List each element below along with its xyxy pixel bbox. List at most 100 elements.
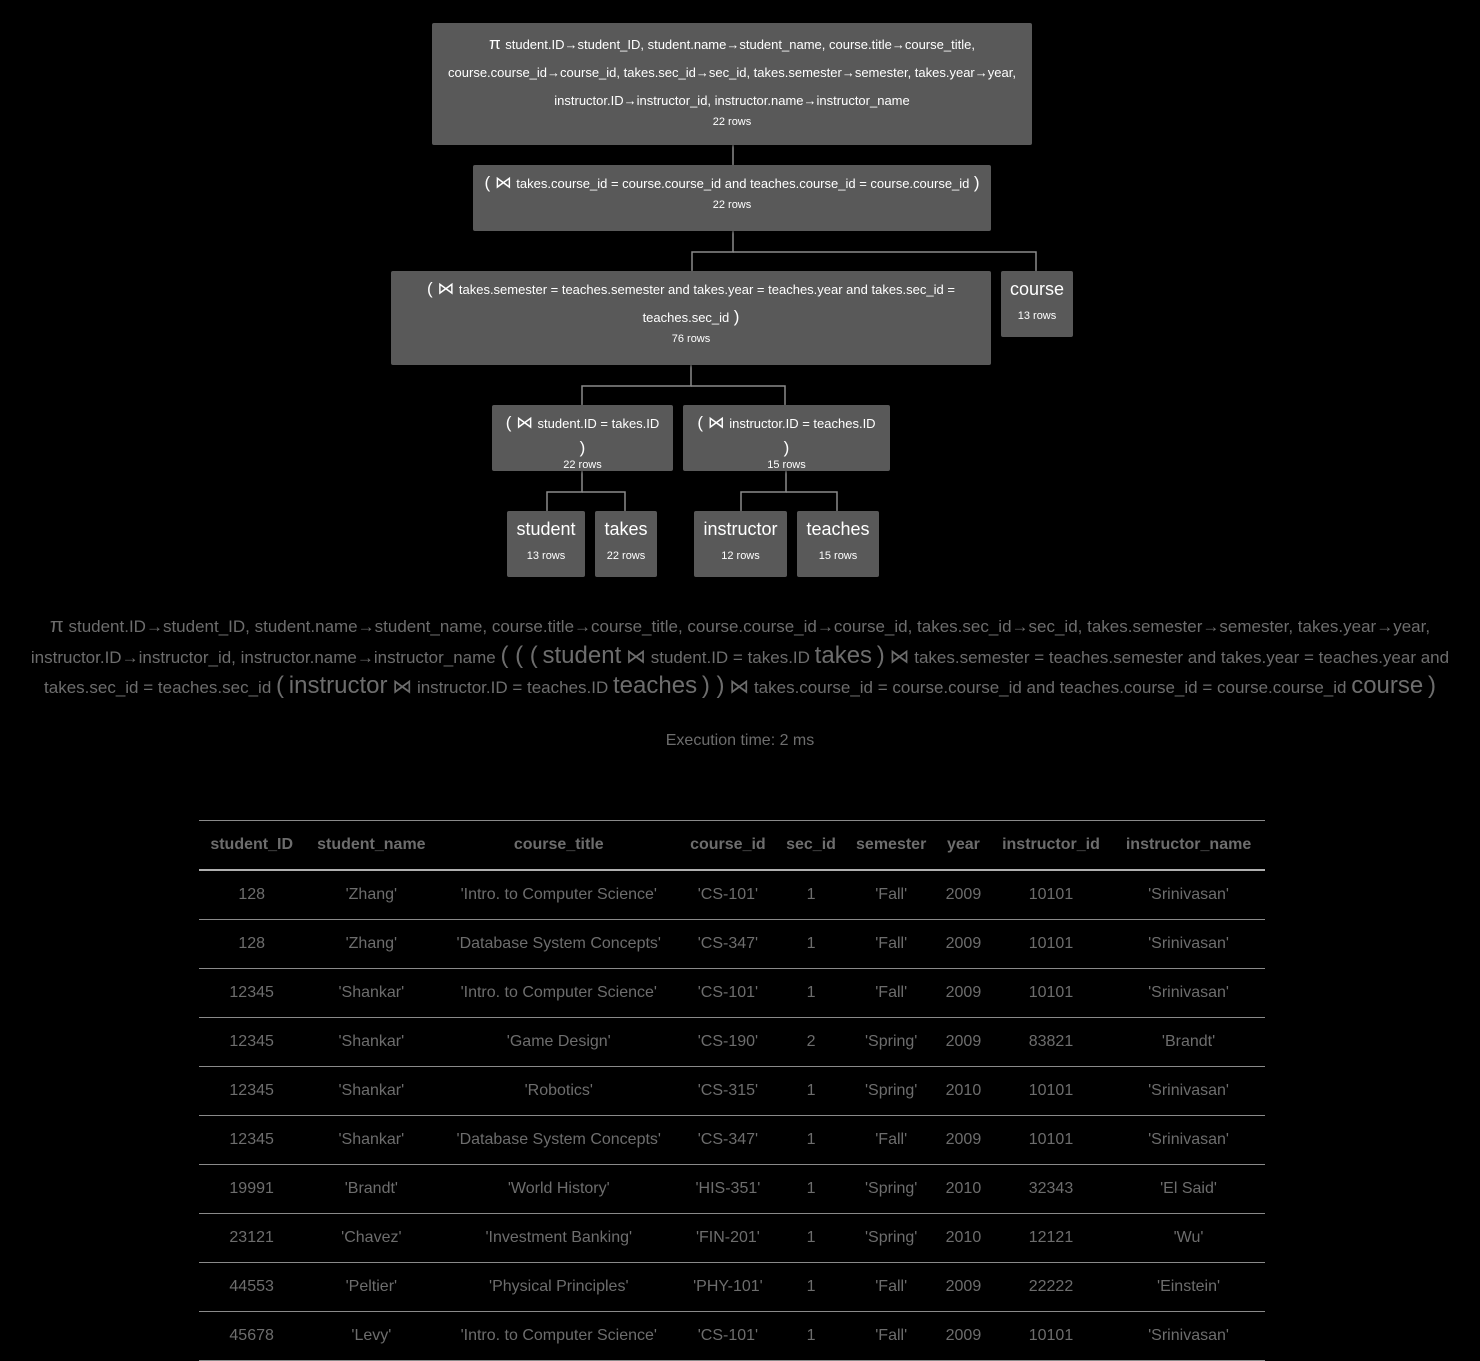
join-close: ) bbox=[733, 307, 740, 326]
row-count: 13 rows bbox=[526, 550, 566, 562]
table-cell-course-title: 'Intro. to Computer Science' bbox=[438, 870, 680, 920]
relation-name: takes bbox=[604, 519, 648, 539]
table-cell-sec-id: 1 bbox=[776, 1115, 846, 1165]
table-cell-semester: 'Spring' bbox=[845, 1164, 937, 1214]
expr-join: ⋈ bbox=[392, 676, 413, 698]
table-cell-course-title: 'Robotics' bbox=[438, 1066, 680, 1116]
row-count: 22 rows bbox=[712, 116, 752, 128]
table-cell-student-ID: 12345 bbox=[199, 968, 305, 1018]
join-course-node[interactable]: ( ⋈ takes.course_id = course.course_id a… bbox=[473, 165, 991, 231]
table-cell-course-title: 'World History' bbox=[438, 1164, 680, 1214]
table-cell-instructor-id: 10101 bbox=[989, 919, 1113, 969]
relation-student[interactable]: student 13 rows bbox=[507, 511, 585, 577]
join-condition-2: teaches.sec_id bbox=[642, 310, 730, 325]
table-cell-course-title: 'Database System Concepts' bbox=[438, 1115, 680, 1165]
table-cell-student-ID: 12345 bbox=[199, 1066, 305, 1116]
relation-course[interactable]: course 13 rows bbox=[1001, 271, 1073, 337]
result-table: student_ID student_name course_title cou… bbox=[199, 820, 1265, 1361]
table-cell-instructor-name: 'Srinivasan' bbox=[1112, 1066, 1265, 1116]
expr-student: student bbox=[542, 641, 622, 669]
table-cell-student-name: 'Shankar' bbox=[304, 1115, 439, 1165]
column-header[interactable]: instructor_name bbox=[1112, 820, 1265, 871]
table-cell-course-title: 'Database System Concepts' bbox=[438, 919, 680, 969]
table-cell-instructor-id: 10101 bbox=[989, 1066, 1113, 1116]
table-cell-student-ID: 44553 bbox=[199, 1262, 305, 1312]
relation-takes[interactable]: takes 22 rows bbox=[595, 511, 657, 577]
column-header[interactable]: course_id bbox=[679, 820, 777, 871]
relation-name: course bbox=[1009, 279, 1065, 299]
table-cell-course-id: 'CS-315' bbox=[679, 1066, 777, 1116]
table-cell-sec-id: 1 bbox=[776, 1213, 846, 1263]
row-count: 22 rows bbox=[606, 550, 646, 562]
table-row: 45678 'Levy' 'Intro. to Computer Science' '… bbox=[199, 1311, 1265, 1361]
relation-instructor[interactable]: instructor 12 rows bbox=[694, 511, 787, 577]
table-cell-instructor-name: 'Brandt' bbox=[1112, 1017, 1265, 1067]
join-condition: takes.course_id = course.course_id and t… bbox=[516, 176, 970, 191]
join-student-node[interactable]: ( ⋈ student.ID = takes.ID ) 22 rows bbox=[492, 405, 673, 471]
table-cell-student-ID: 12345 bbox=[199, 1115, 305, 1165]
table-cell-year: 2009 bbox=[936, 1115, 990, 1165]
table-cell-year: 2010 bbox=[936, 1213, 990, 1263]
edge-join-course-table bbox=[733, 251, 1037, 271]
column-header[interactable]: course_title bbox=[438, 820, 680, 871]
table-cell-semester: 'Fall' bbox=[845, 1115, 937, 1165]
table-cell-year: 2009 bbox=[936, 1311, 990, 1361]
row-count: 76 rows bbox=[671, 333, 711, 345]
table-row: 19991 'Brandt' 'World History' 'HIS-351' 1 'S… bbox=[199, 1164, 1265, 1214]
edge-join-course bbox=[691, 231, 734, 271]
table-cell-student-ID: 128 bbox=[199, 870, 305, 920]
column-header[interactable]: instructor_id bbox=[989, 820, 1113, 871]
join-condition-1: takes.semester = teaches.semester and ta… bbox=[458, 282, 955, 297]
table-row: 12345 'Shankar' 'Game Design' 'CS-190' 2 'Spr… bbox=[199, 1017, 1265, 1067]
join-close: ) bbox=[783, 438, 790, 457]
edge-takes bbox=[582, 491, 626, 511]
table-cell-sec-id: 1 bbox=[776, 919, 846, 969]
table-cell-course-id: 'CS-101' bbox=[679, 1311, 777, 1361]
column-header[interactable]: sec_id bbox=[776, 820, 846, 871]
row-count: 15 rows bbox=[767, 459, 806, 471]
projection-node[interactable]: π student.ID→student_ID, student.name→st… bbox=[432, 23, 1032, 145]
column-header[interactable]: student_name bbox=[304, 820, 439, 871]
expr-join: ⋈ bbox=[625, 645, 646, 668]
row-count: 12 rows bbox=[721, 550, 760, 562]
expr-takes: takes bbox=[814, 641, 873, 669]
table-cell-instructor-id: 12121 bbox=[989, 1213, 1113, 1263]
table-cell-student-name: 'Shankar' bbox=[304, 968, 439, 1018]
expr-cond-student: student.ID = takes.ID bbox=[650, 647, 810, 667]
join-semester-node[interactable]: ( ⋈ takes.semester = teaches.semester an… bbox=[391, 271, 991, 365]
table-cell-year: 2009 bbox=[936, 1017, 990, 1067]
table-cell-instructor-id: 10101 bbox=[989, 870, 1113, 920]
table-cell-student-name: 'Zhang' bbox=[304, 870, 439, 920]
table-cell-course-id: 'CS-101' bbox=[679, 870, 777, 920]
table-cell-instructor-name: 'Einstein' bbox=[1112, 1262, 1265, 1312]
table-cell-sec-id: 1 bbox=[776, 1066, 846, 1116]
column-header[interactable]: year bbox=[936, 820, 990, 871]
table-row: 44553 'Peltier' 'Physical Principles' 'PHY-… bbox=[199, 1262, 1265, 1312]
join-open: ( ⋈ bbox=[697, 413, 725, 432]
table-cell-year: 2009 bbox=[936, 870, 990, 920]
join-close: ) bbox=[973, 173, 980, 192]
join-open: ( ⋈ bbox=[505, 413, 534, 432]
relation-name: instructor bbox=[703, 519, 778, 539]
table-cell-instructor-name: 'Srinivasan' bbox=[1112, 1311, 1265, 1361]
table-cell-course-title: 'Intro. to Computer Science' bbox=[438, 968, 680, 1018]
join-instructor-node[interactable]: ( ⋈ instructor.ID = teaches.ID ) 15 rows bbox=[683, 405, 890, 471]
projection-line-3: instructor.ID→instructor_id, instructor.… bbox=[554, 93, 910, 108]
table-cell-instructor-name: 'Wu' bbox=[1112, 1213, 1265, 1263]
table-cell-instructor-id: 83821 bbox=[989, 1017, 1113, 1067]
table-cell-year: 2010 bbox=[936, 1164, 990, 1214]
table-cell-instructor-id: 10101 bbox=[989, 1311, 1113, 1361]
table-cell-course-title: 'Game Design' bbox=[438, 1017, 680, 1067]
query-plan-tree: π student.ID→student_ID, student.name→st… bbox=[0, 0, 1480, 600]
row-count: 22 rows bbox=[563, 459, 602, 471]
expr-join: ⋈ bbox=[729, 676, 750, 698]
column-header[interactable]: student_ID bbox=[199, 820, 305, 871]
table-row: 128 'Zhang' 'Intro. to Computer Science' 'C… bbox=[199, 870, 1265, 920]
relation-teaches[interactable]: teaches 15 rows bbox=[797, 511, 879, 577]
table-row: 12345 'Shankar' 'Database System Concepts'… bbox=[199, 1115, 1265, 1165]
table-cell-year: 2009 bbox=[936, 968, 990, 1018]
table-cell-course-id: 'CS-101' bbox=[679, 968, 777, 1018]
column-header[interactable]: semester bbox=[845, 820, 937, 871]
table-cell-student-name: 'Shankar' bbox=[304, 1066, 439, 1116]
expr-close: ) bbox=[876, 641, 885, 669]
